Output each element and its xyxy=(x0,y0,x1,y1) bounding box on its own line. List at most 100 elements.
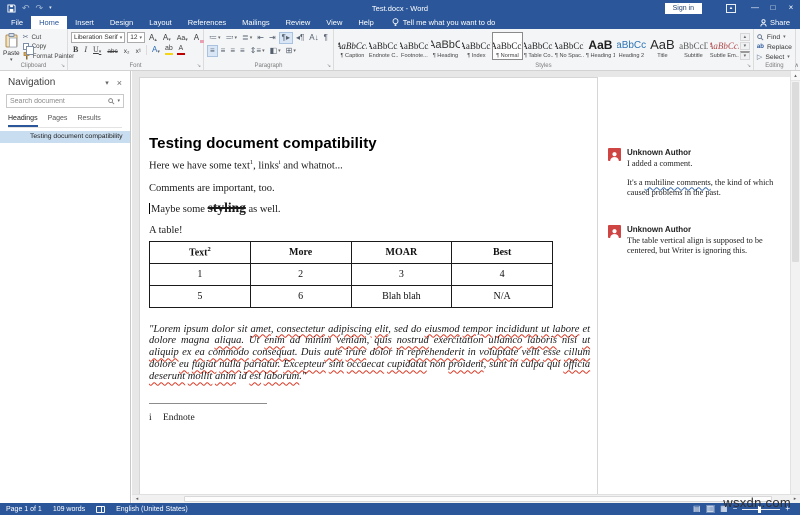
comment-2[interactable]: Unknown Author The table vertical align i… xyxy=(608,225,786,256)
navigation-close-icon[interactable]: × xyxy=(117,78,122,88)
cut-button[interactable]: ✂ Cut xyxy=(23,34,75,41)
style-card-title[interactable]: AaB Title xyxy=(648,33,677,59)
shrink-font-button[interactable]: A ▾ xyxy=(161,32,173,43)
tab-view[interactable]: View xyxy=(318,16,350,29)
line-spacing-button[interactable]: ⇕≡ ▾ xyxy=(248,45,267,57)
select-button[interactable]: ▷ Select ▾ xyxy=(757,52,792,62)
language-indicator[interactable]: English (United States) xyxy=(116,506,188,513)
vertical-scrollbar-thumb[interactable] xyxy=(792,82,799,262)
style-card--no-spac-[interactable]: AaBbCcI ¶ No Spac... xyxy=(555,33,584,60)
paragraph-dialog-launcher-icon[interactable]: ↘ xyxy=(327,63,331,69)
table-header-cell[interactable]: More xyxy=(249,240,352,264)
nav-heading-item[interactable]: Testing document compatibility xyxy=(0,131,130,143)
sort-button[interactable]: A↓ xyxy=(307,32,320,44)
tab-references[interactable]: References xyxy=(180,16,234,29)
style-card-footnote-[interactable]: AaBbCcI Footnote... xyxy=(400,33,429,60)
show-marks-button[interactable]: ¶ xyxy=(322,32,330,44)
change-case-button[interactable]: Aa ▾ xyxy=(175,32,190,43)
table-header-cell[interactable]: Best xyxy=(451,240,553,264)
read-mode-icon[interactable]: ▤ xyxy=(693,505,701,513)
document-page[interactable]: Testing document compatibility Here we h… xyxy=(139,77,598,494)
multilevel-list-button[interactable]: ≣ ▾ xyxy=(240,32,254,44)
table-header-cell[interactable]: Text2 xyxy=(149,240,251,264)
navigation-search-box[interactable]: ▾ xyxy=(6,94,124,108)
save-icon[interactable] xyxy=(7,3,16,13)
footnote-ref-2[interactable]: 2 xyxy=(208,246,211,253)
style-card-heading-2[interactable]: AaBbCcD Heading 2 xyxy=(617,33,646,60)
increase-indent-button[interactable]: ⇥ xyxy=(267,32,278,44)
maximize-button[interactable]: □ xyxy=(764,0,782,16)
collapse-ribbon-icon[interactable]: ∧ xyxy=(794,62,798,69)
justify-button[interactable]: ≡ xyxy=(238,45,247,57)
ltr-direction-button[interactable]: ¶▸ xyxy=(278,32,293,44)
table-cell[interactable]: 5 xyxy=(149,284,251,308)
sign-in-button[interactable]: Sign in xyxy=(664,2,702,14)
align-left-button[interactable]: ≡ xyxy=(207,45,218,57)
table-cell[interactable]: N/A xyxy=(451,284,553,308)
undo-icon[interactable]: ↶ xyxy=(22,3,30,13)
search-input[interactable] xyxy=(10,97,109,105)
find-button[interactable]: Find ▾ xyxy=(757,32,792,42)
scroll-up-arrow-icon[interactable]: ▴ xyxy=(791,71,800,81)
bullets-button[interactable]: ≔ ▾ xyxy=(207,32,223,44)
proofing-icon[interactable] xyxy=(96,505,106,513)
shading-button[interactable]: ◧ ▾ xyxy=(268,45,283,57)
bold-button[interactable]: B xyxy=(71,44,80,55)
tab-insert[interactable]: Insert xyxy=(67,16,102,29)
styles-dialog-launcher-icon[interactable]: ↘ xyxy=(747,63,751,69)
font-size-combo[interactable]: 12 ▾ xyxy=(127,32,145,43)
styles-scroll-up-icon[interactable]: ▴ xyxy=(739,33,750,41)
word-count[interactable]: 109 words xyxy=(53,506,85,513)
ribbon-display-options-icon[interactable]: ▴ xyxy=(726,3,736,13)
styles-scroll-down-icon[interactable]: ▾ xyxy=(739,42,750,50)
comment-1[interactable]: Unknown Author I added a comment. It's a m… xyxy=(608,148,786,197)
style-card--index[interactable]: AaBbCcI ¶ Index xyxy=(462,33,491,60)
highlight-color-button[interactable]: ab xyxy=(164,44,174,55)
close-button[interactable]: × xyxy=(782,0,800,16)
paste-button[interactable]: Paste ▾ xyxy=(3,31,20,63)
text-effects-button[interactable]: A ▾ xyxy=(150,44,162,55)
table-cell[interactable]: 6 xyxy=(249,284,352,308)
grow-font-button[interactable]: A ▴ xyxy=(147,32,159,43)
table-cell[interactable]: 3 xyxy=(350,262,453,286)
share-button[interactable]: Share xyxy=(760,16,800,29)
clipboard-dialog-launcher-icon[interactable]: ↘ xyxy=(61,63,65,69)
tab-file[interactable]: File xyxy=(3,16,31,29)
table-header-cell[interactable]: MOAR xyxy=(350,240,453,264)
print-layout-icon[interactable]: ▥ xyxy=(705,505,716,513)
italic-button[interactable]: I xyxy=(82,44,89,55)
underline-button[interactable]: U ▾ xyxy=(91,44,103,55)
style-card--normal[interactable]: AaBbCcI ¶ Normal xyxy=(491,32,523,60)
tab-layout[interactable]: Layout xyxy=(141,16,180,29)
qat-customize-icon[interactable]: ▾ xyxy=(49,5,52,11)
font-color-button[interactable]: A xyxy=(176,44,186,55)
scroll-right-arrow-icon[interactable]: ▸ xyxy=(790,495,800,503)
replace-button[interactable]: ab Replace xyxy=(757,42,792,52)
nav-tab-headings[interactable]: Headings xyxy=(8,115,38,127)
style-card--table-co-[interactable]: AaBbCcI ¶ Table Co... xyxy=(524,33,553,60)
table-cell[interactable]: 1 xyxy=(149,262,251,286)
numbering-button[interactable]: ≕ ▾ xyxy=(224,32,240,44)
style-card--caption[interactable]: AaBbCcI ¶ Caption xyxy=(338,33,367,60)
style-card-subtle-em-[interactable]: AaBbCcI Subtle Em... xyxy=(710,33,739,60)
table-cell[interactable]: 2 xyxy=(249,262,352,286)
align-center-button[interactable]: ≡ xyxy=(219,45,228,57)
font-name-combo[interactable]: Liberation Serif ▾ xyxy=(71,32,126,43)
style-card--heading[interactable]: AaBbC ¶ Heading xyxy=(431,33,460,60)
tab-help[interactable]: Help xyxy=(350,16,381,29)
decrease-indent-button[interactable]: ⇤ xyxy=(255,32,266,44)
tab-review[interactable]: Review xyxy=(278,16,319,29)
tab-home[interactable]: Home xyxy=(31,16,68,29)
font-dialog-launcher-icon[interactable]: ↘ xyxy=(197,63,201,69)
tab-design[interactable]: Design xyxy=(102,16,141,29)
align-right-button[interactable]: ≡ xyxy=(228,45,237,57)
tell-me-box[interactable]: Tell me what you want to do xyxy=(392,16,495,29)
style-card--heading-1[interactable]: AaB ¶ Heading 1 xyxy=(586,33,615,59)
rtl-direction-button[interactable]: ◂¶ xyxy=(294,32,306,44)
scroll-left-arrow-icon[interactable]: ◂ xyxy=(132,495,142,503)
copy-button[interactable]: Copy xyxy=(22,43,75,55)
subscript-button[interactable]: x₂ xyxy=(122,44,132,55)
horizontal-scrollbar[interactable]: ◂ ▸ xyxy=(132,494,800,503)
styles-gallery-more-icon[interactable]: ▾ xyxy=(739,51,750,60)
nav-tab-pages[interactable]: Pages xyxy=(48,115,68,127)
